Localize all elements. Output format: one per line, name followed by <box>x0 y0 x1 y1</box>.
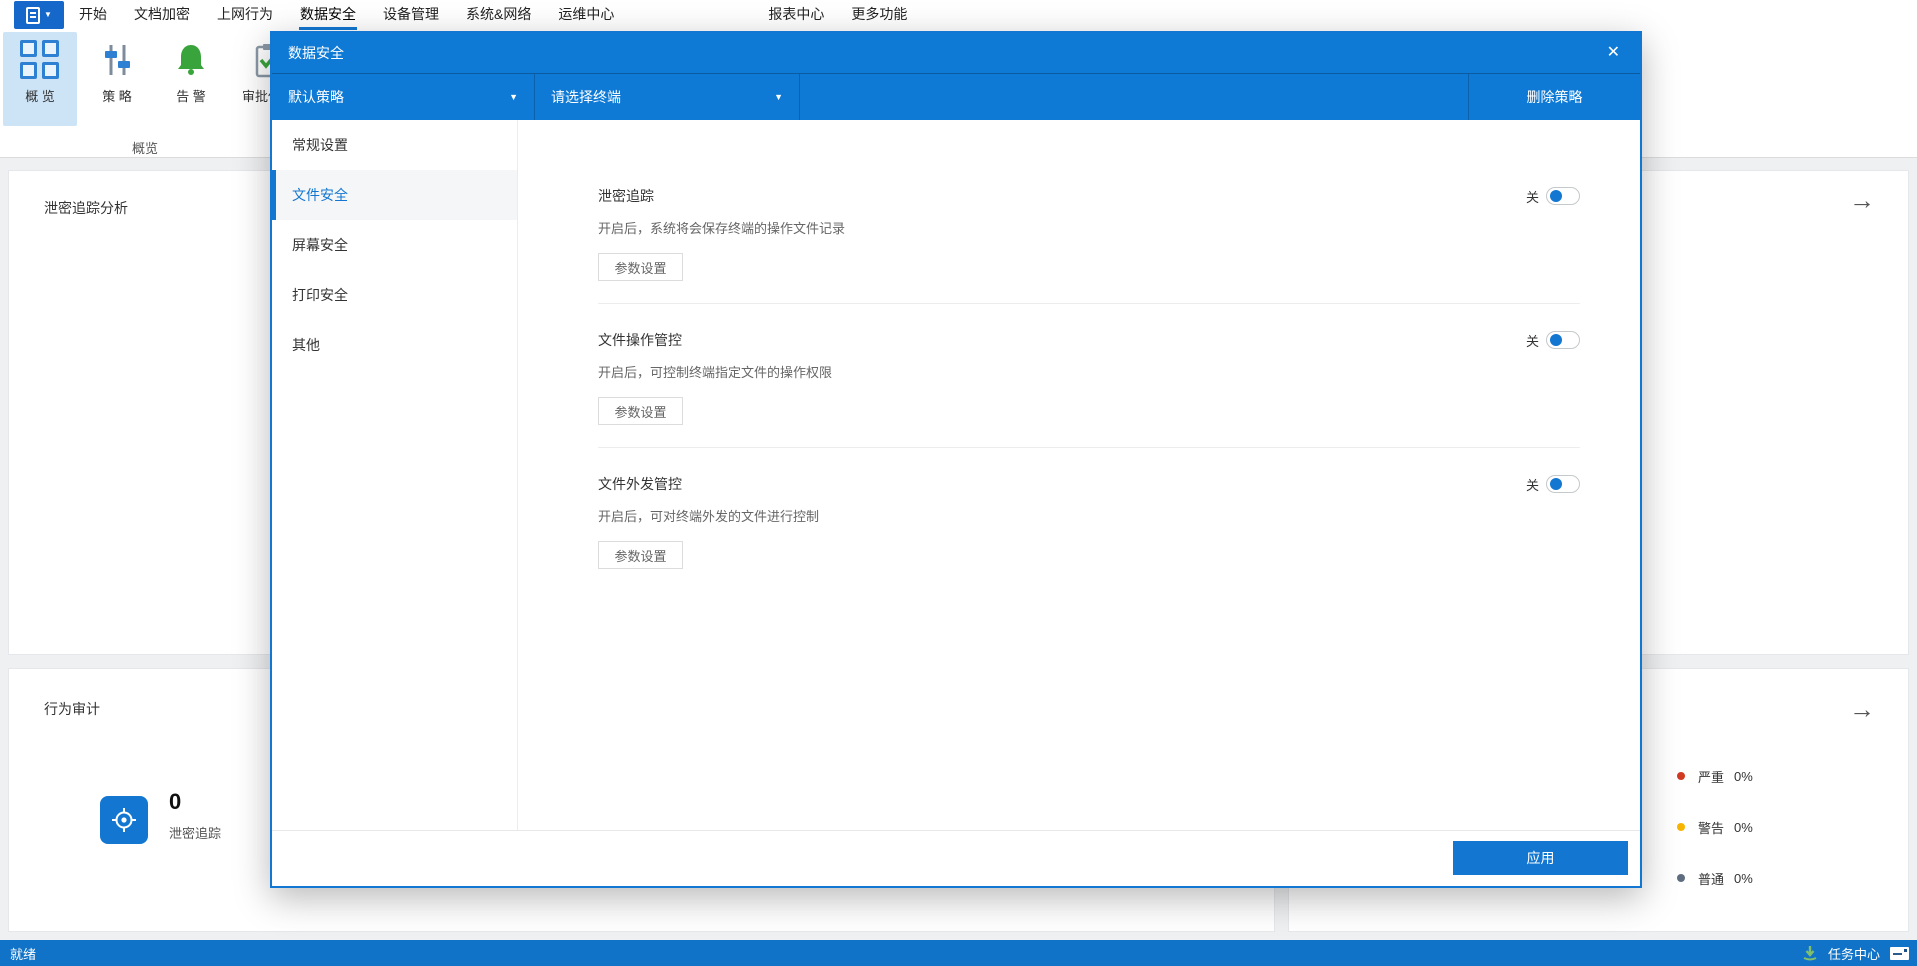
sidebar-item-file-security[interactable]: 文件安全 <box>272 170 517 220</box>
app-logo-icon <box>26 7 40 24</box>
sidebar-item-screen-security[interactable]: 屏幕安全 <box>272 220 517 270</box>
chevron-down-icon: ▼ <box>44 11 52 19</box>
leak-trace-count: 0 <box>169 789 181 815</box>
arrow-right-icon[interactable]: → <box>1849 187 1875 213</box>
section-description: 开启后，系统将会保存终端的操作文件记录 <box>598 218 1580 237</box>
status-text: 就绪 <box>10 944 36 963</box>
overview-grid-icon <box>20 40 60 80</box>
ribbon-button-overview-label: 概 览 <box>25 86 55 105</box>
section-title: 文件操作管控 <box>598 330 682 350</box>
bell-icon <box>171 40 211 80</box>
arrow-right-icon[interactable]: → <box>1849 696 1875 722</box>
message-icon[interactable] <box>1890 947 1909 960</box>
file-outgoing-toggle[interactable] <box>1546 475 1580 493</box>
leak-trace-analysis-title: 泄密追踪分析 <box>44 198 128 218</box>
toggle-state-label: 关 <box>1526 187 1539 206</box>
policy-dropdown-value: 默认策略 <box>288 87 344 107</box>
target-icon <box>100 796 148 844</box>
menu-item-data-security[interactable]: 数据安全 <box>299 0 357 30</box>
main-menu: 开始 文档加密 上网行为 数据安全 设备管理 系统&网络 运维中心 报表中心 更… <box>78 0 908 30</box>
leak-trace-count-label: 泄密追踪 <box>169 823 221 842</box>
dialog-body: 常规设置 文件安全 屏幕安全 打印安全 其他 泄密追踪 关 开启后，系统将会保存… <box>272 120 1640 830</box>
data-security-dialog: 数据安全 ✕ 默认策略 ▼ 请选择终端 ▼ 删除策略 常规设置 文件安全 屏幕安… <box>270 31 1642 888</box>
close-icon[interactable]: ✕ <box>1607 45 1620 61</box>
menu-item-start[interactable]: 开始 <box>78 0 108 30</box>
section-description: 开启后，可控制终端指定文件的操作权限 <box>598 362 1580 381</box>
sidebar-item-other[interactable]: 其他 <box>272 320 517 370</box>
ribbon-button-policy-label: 策 略 <box>102 86 132 105</box>
download-icon <box>1802 945 1818 961</box>
section-file-operation: 文件操作管控 关 开启后，可控制终端指定文件的操作权限 参数设置 <box>598 330 1580 425</box>
statusbar: 就绪 任务中心 <box>0 940 1917 966</box>
dialog-header: 数据安全 ✕ <box>272 33 1640 73</box>
legend-value: 0% <box>1734 871 1753 886</box>
section-file-outgoing: 文件外发管控 关 开启后，可对终端外发的文件进行控制 参数设置 <box>598 474 1580 569</box>
dialog-toolbar: 默认策略 ▼ 请选择终端 ▼ 删除策略 <box>272 73 1640 120</box>
toggle-state-label: 关 <box>1526 331 1539 350</box>
toggle-knob <box>1550 190 1562 202</box>
section-description: 开启后，可对终端外发的文件进行控制 <box>598 506 1580 525</box>
chevron-down-icon: ▼ <box>774 92 783 102</box>
menubar: ▼ 开始 文档加密 上网行为 数据安全 设备管理 系统&网络 运维中心 报表中心… <box>0 0 1917 30</box>
severe-dot-icon <box>1677 772 1685 780</box>
section-divider <box>598 303 1580 304</box>
dialog-title: 数据安全 <box>288 43 344 63</box>
legend-item-warning: 警告 0% <box>1677 816 1753 838</box>
section-title: 泄密追踪 <box>598 186 654 206</box>
normal-dot-icon <box>1677 874 1685 882</box>
legend-item-severe: 严重 0% <box>1677 765 1753 787</box>
policy-dropdown[interactable]: 默认策略 ▼ <box>272 74 535 120</box>
toggle-state-label: 关 <box>1526 475 1539 494</box>
menu-item-system-network[interactable]: 系统&网络 <box>465 0 532 30</box>
param-settings-button[interactable]: 参数设置 <box>598 253 683 281</box>
chevron-down-icon: ▼ <box>509 92 518 102</box>
ribbon-button-overview[interactable]: 概 览 <box>3 32 77 126</box>
leak-trace-toggle[interactable] <box>1546 187 1580 205</box>
menu-item-doc-encrypt[interactable]: 文档加密 <box>133 0 191 30</box>
toolbar-spacer <box>800 74 1468 120</box>
legend-item-normal: 普通 0% <box>1677 867 1753 889</box>
ribbon-button-alert-label: 告 警 <box>176 86 206 105</box>
delete-policy-button[interactable]: 删除策略 <box>1468 74 1640 120</box>
sidebar-item-general[interactable]: 常规设置 <box>272 120 517 170</box>
ribbon-button-policy[interactable]: 策 略 <box>80 32 154 126</box>
menu-item-ops-center[interactable]: 运维中心 <box>557 0 615 30</box>
donut-legend: 严重 0% 警告 0% 普通 0% <box>1677 765 1753 889</box>
sidebar-item-print-security[interactable]: 打印安全 <box>272 270 517 320</box>
app-menu-button[interactable]: ▼ <box>14 1 64 29</box>
ribbon-group-label: 概览 <box>0 138 290 157</box>
dialog-footer: 应用 <box>272 830 1640 886</box>
param-settings-button[interactable]: 参数设置 <box>598 541 683 569</box>
section-title: 文件外发管控 <box>598 474 682 494</box>
menu-item-web-behavior[interactable]: 上网行为 <box>216 0 274 30</box>
menu-item-device-mgmt[interactable]: 设备管理 <box>382 0 440 30</box>
menu-item-more[interactable]: 更多功能 <box>850 0 908 30</box>
dialog-content: 泄密追踪 关 开启后，系统将会保存终端的操作文件记录 参数设置 文件操作管控 关 <box>518 120 1640 830</box>
legend-label: 普通 <box>1698 869 1724 888</box>
toggle-knob <box>1550 478 1562 490</box>
legend-value: 0% <box>1734 820 1753 835</box>
sliders-icon <box>97 40 137 80</box>
menu-item-report-center[interactable]: 报表中心 <box>767 0 825 30</box>
section-leak-trace: 泄密追踪 关 开启后，系统将会保存终端的操作文件记录 参数设置 <box>598 186 1580 281</box>
task-center-link[interactable]: 任务中心 <box>1828 944 1880 963</box>
file-operation-toggle[interactable] <box>1546 331 1580 349</box>
warning-dot-icon <box>1677 823 1685 831</box>
legend-label: 警告 <box>1698 818 1724 837</box>
terminal-dropdown-value: 请选择终端 <box>551 87 621 107</box>
legend-label: 严重 <box>1698 767 1724 786</box>
section-divider <box>598 447 1580 448</box>
terminal-dropdown[interactable]: 请选择终端 ▼ <box>535 74 800 120</box>
ribbon-button-alert[interactable]: 告 警 <box>154 32 228 126</box>
behavior-audit-title: 行为审计 <box>44 699 100 719</box>
param-settings-button[interactable]: 参数设置 <box>598 397 683 425</box>
toggle-knob <box>1550 334 1562 346</box>
apply-button[interactable]: 应用 <box>1453 841 1628 875</box>
dialog-sidebar: 常规设置 文件安全 屏幕安全 打印安全 其他 <box>272 120 518 830</box>
legend-value: 0% <box>1734 769 1753 784</box>
